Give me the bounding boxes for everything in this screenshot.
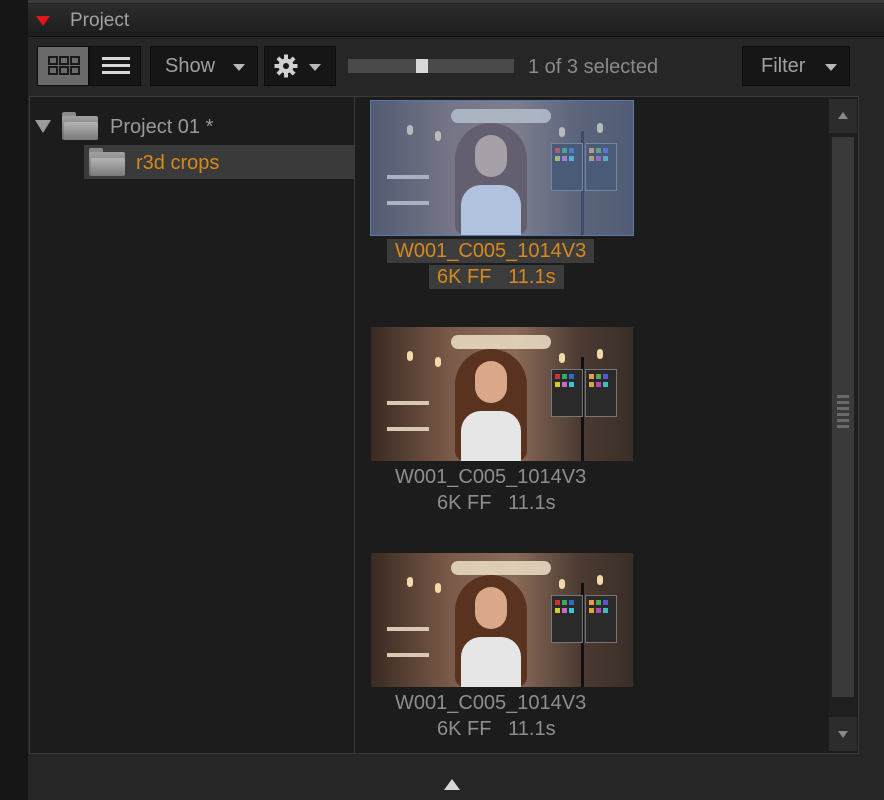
clip-thumbnail[interactable] <box>371 327 633 461</box>
clip-thumbnail[interactable] <box>371 553 633 687</box>
scrollbar-thumb[interactable] <box>832 137 854 697</box>
clip-name: W001_C005_1014V3 <box>395 692 587 714</box>
clip-format: 6K FF <box>437 492 492 514</box>
panel-footer <box>28 756 884 770</box>
panel-header[interactable]: Project <box>28 4 884 37</box>
tree-item-project-root[interactable]: Project 01 * <box>30 109 354 143</box>
grid-view-button[interactable] <box>37 46 89 86</box>
scroll-up-button[interactable] <box>829 99 857 133</box>
thumbnail-size-slider[interactable] <box>348 59 514 73</box>
list-view-button[interactable] <box>89 46 141 86</box>
collapse-panel-icon[interactable] <box>36 16 50 26</box>
chevron-down-icon <box>233 64 245 71</box>
clip-format-duration: 6K FF 11.1s <box>429 265 564 289</box>
expand-triangle-icon[interactable] <box>35 120 51 133</box>
clip-format: 6K FF <box>437 718 492 740</box>
settings-dropdown[interactable] <box>264 46 336 86</box>
clip-grid: W001_C005_1014V3 6K FF 11.1s W001_C005_1… <box>355 97 827 753</box>
browser-content: Project 01 * r3d crops W001_C005_1014V3 … <box>29 96 859 754</box>
clip-name: W001_C005_1014V3 <box>395 466 587 488</box>
filter-dropdown-label: Filter <box>761 55 806 77</box>
selection-status: 1 of 3 selected <box>528 56 659 78</box>
grid-view-icon <box>48 56 80 75</box>
tree-item-label: Project 01 * <box>110 116 214 138</box>
thumbnail-size-slider-handle[interactable] <box>416 59 428 73</box>
clip-format-duration: 6K FF 11.1s <box>437 491 556 515</box>
clip-format-duration: 6K FF 11.1s <box>437 717 556 741</box>
panel-title: Project <box>70 10 130 31</box>
chevron-down-icon <box>838 731 848 738</box>
selection-highlight <box>370 100 634 236</box>
clip-duration: 11.1s <box>508 718 556 740</box>
panel-top-border <box>28 0 884 3</box>
scroll-down-button[interactable] <box>829 717 857 751</box>
clip-name: W001_C005_1014V3 <box>387 239 595 263</box>
folder-icon <box>89 148 125 176</box>
clip-format: 6K FF <box>437 266 492 288</box>
chevron-down-icon <box>825 64 837 71</box>
clip-thumbnail[interactable] <box>370 100 634 236</box>
folder-icon <box>62 112 98 140</box>
chevron-down-icon <box>309 64 321 71</box>
show-dropdown[interactable]: Show <box>150 46 258 86</box>
filter-dropdown[interactable]: Filter <box>742 46 850 86</box>
clip-duration: 11.1s <box>508 492 556 514</box>
chevron-up-icon <box>838 112 848 119</box>
clip-preview-image <box>371 327 633 461</box>
tree-item-r3d-crops[interactable]: r3d crops <box>84 145 354 179</box>
show-dropdown-label: Show <box>165 55 216 77</box>
grip-icon <box>837 395 849 439</box>
vertical-scrollbar[interactable] <box>829 99 857 751</box>
toolbar: Show 1 of 3 selected Filter <box>28 37 884 95</box>
expand-up-icon[interactable] <box>444 779 460 790</box>
tree-item-label: r3d crops <box>136 152 220 174</box>
clip-preview-image <box>371 553 633 687</box>
gear-icon <box>274 54 298 78</box>
list-view-icon <box>102 57 130 74</box>
clip-duration: 11.1s <box>508 266 556 288</box>
project-tree: Project 01 * r3d crops <box>30 97 355 753</box>
